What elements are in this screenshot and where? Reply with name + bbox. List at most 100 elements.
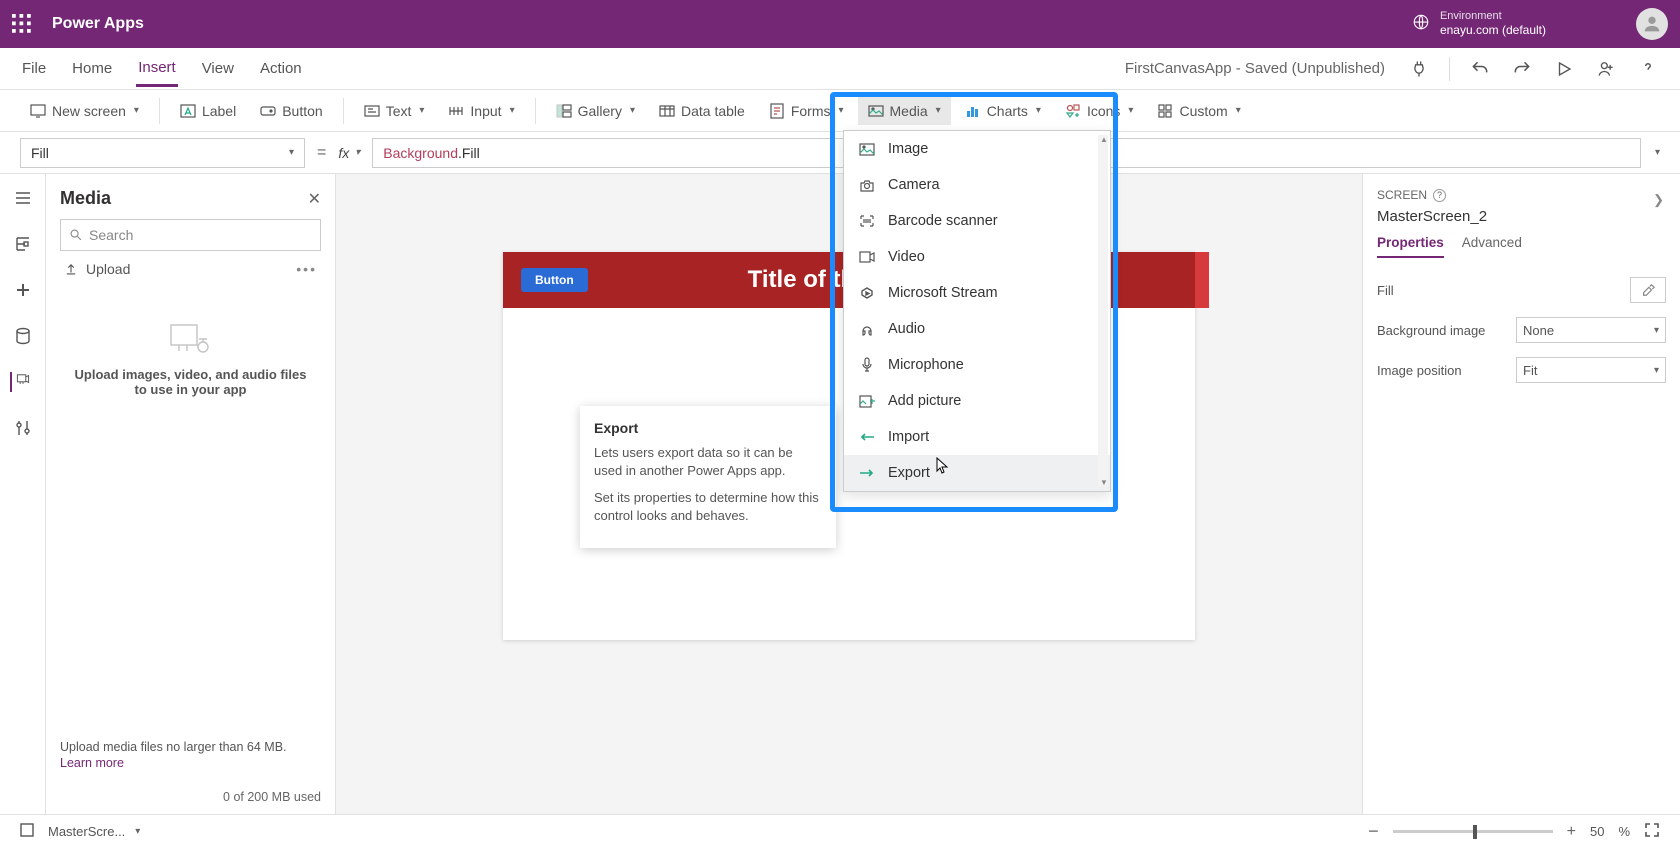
label-button[interactable]: Label [170,97,246,125]
media-panel-title: Media [60,188,111,209]
icons-button[interactable]: Icons ▾ [1055,97,1144,125]
environment-block[interactable]: Environment enayu.com (default) [1412,10,1546,38]
screen-selector[interactable]: MasterScre...▾ [48,824,140,839]
user-avatar[interactable] [1636,8,1668,40]
button-text: Button [282,103,322,119]
advanced-tools-icon[interactable] [13,418,33,438]
dd-export[interactable]: Export [844,455,1110,491]
custom-button[interactable]: Custom ▾ [1147,97,1250,125]
zoom-in-icon[interactable]: + [1567,823,1576,841]
environment-icon [1412,13,1430,34]
property-selector[interactable]: Fill ▾ [20,138,305,168]
tab-advanced[interactable]: Advanced [1462,235,1522,258]
forms-button[interactable]: Forms▾ [759,97,854,125]
gallery-button[interactable]: Gallery ▾ [546,97,645,125]
charts-button[interactable]: Charts▾ [955,97,1051,125]
dd-audio[interactable]: Audio [844,311,1110,347]
close-icon[interactable]: ✕ [308,189,321,209]
tab-file[interactable]: File [20,52,48,85]
custom-label: Custom [1179,103,1227,119]
tree-view-icon[interactable] [13,234,33,254]
screen-name: MasterScreen_2 [1377,208,1666,225]
insert-rail-icon[interactable] [13,280,33,300]
learn-more-link[interactable]: Learn more [60,756,321,770]
image-icon [858,140,876,158]
fill-color-swatch[interactable] [1630,277,1666,303]
dd-microphone[interactable]: Microphone [844,347,1110,383]
dd-barcode[interactable]: Barcode scanner [844,203,1110,239]
stream-icon [858,284,876,302]
fx-label[interactable]: fx▾ [338,145,360,161]
tab-properties[interactable]: Properties [1377,235,1444,258]
media-foot-text: Upload media files no larger than 64 MB. [60,740,287,754]
redo-icon[interactable] [1510,57,1534,81]
chevron-down-icon: ▾ [419,105,424,116]
dd-add-picture[interactable]: Add picture [844,383,1110,419]
chevron-down-icon: ▾ [936,105,941,116]
dropdown-scrollbar[interactable]: ▲▼ [1098,135,1108,487]
screen-checkbox-icon[interactable] [20,823,34,840]
screen-label: SCREEN [1377,188,1427,202]
data-table-button[interactable]: Data table [649,97,755,125]
gallery-label: Gallery [578,103,622,119]
formula-expand-icon[interactable]: ▾ [1655,147,1660,158]
search-placeholder: Search [89,227,133,243]
tab-action[interactable]: Action [258,52,304,85]
chevron-down-icon: ▾ [1128,105,1133,116]
dd-camera[interactable]: Camera [844,167,1110,203]
dd-import[interactable]: Import [844,419,1110,455]
media-icon [868,103,884,119]
bg-image-select[interactable]: None▾ [1516,317,1666,343]
upload-button[interactable]: Upload [64,261,130,277]
dd-image[interactable]: Image [844,131,1110,167]
fill-label: Fill [1377,283,1394,298]
media-dropdown: Image Camera Barcode scanner Video Micro… [843,130,1111,492]
help-circle-icon[interactable]: ? [1433,189,1446,202]
fit-to-window-icon[interactable] [1644,822,1660,841]
tab-insert[interactable]: Insert [136,51,178,87]
app-checker-icon[interactable] [1407,57,1431,81]
zoom-out-icon[interactable]: − [1368,821,1379,842]
image-position-label: Image position [1377,363,1462,378]
icons-label: Icons [1087,103,1120,119]
play-icon[interactable] [1552,57,1576,81]
zoom-slider[interactable] [1393,830,1553,833]
more-icon[interactable]: ••• [296,261,317,277]
image-position-select[interactable]: Fit▾ [1516,357,1666,383]
upload-icon [64,262,78,276]
chevron-down-icon: ▾ [134,105,139,116]
expand-icon[interactable]: ❯ [1653,192,1664,208]
text-button[interactable]: Text▾ [354,97,435,125]
undo-icon[interactable] [1468,57,1492,81]
zoom-value: 50 [1590,824,1604,839]
tooltip-p2: Set its properties to determine how this… [594,489,822,524]
share-icon[interactable] [1594,57,1618,81]
media-button[interactable]: Media ▾ [858,97,951,125]
app-header: Power Apps Environment enayu.com (defaul… [0,0,1680,48]
media-label: Media [890,103,928,119]
waffle-icon[interactable] [12,14,32,34]
workspace: Media ✕ Search Upload ••• Upload images,… [0,174,1680,814]
dd-video[interactable]: Video [844,239,1110,275]
media-search-input[interactable]: Search [60,219,321,251]
tab-home[interactable]: Home [70,52,114,85]
dd-stream[interactable]: Microsoft Stream [844,275,1110,311]
tab-view[interactable]: View [200,52,236,85]
button-button[interactable]: Button [250,97,332,125]
input-button[interactable]: Input▾ [438,97,524,125]
chevron-down-icon: ▾ [630,105,635,116]
data-rail-icon[interactable] [13,326,33,346]
icons-icon [1065,103,1081,119]
media-rail-icon[interactable] [10,372,30,392]
chevron-down-icon: ▾ [1236,105,1241,116]
screen-icon [30,103,46,119]
canvas-button[interactable]: Button [521,268,588,292]
custom-icon [1157,103,1173,119]
search-icon [69,228,83,242]
hamburger-icon[interactable] [13,188,33,208]
help-icon[interactable] [1636,57,1660,81]
export-icon [858,464,876,482]
formula-rest: .Fill [458,145,480,161]
new-screen-button[interactable]: New screen▾ [20,97,149,125]
export-tooltip: Export Lets users export data so it can … [580,406,836,548]
